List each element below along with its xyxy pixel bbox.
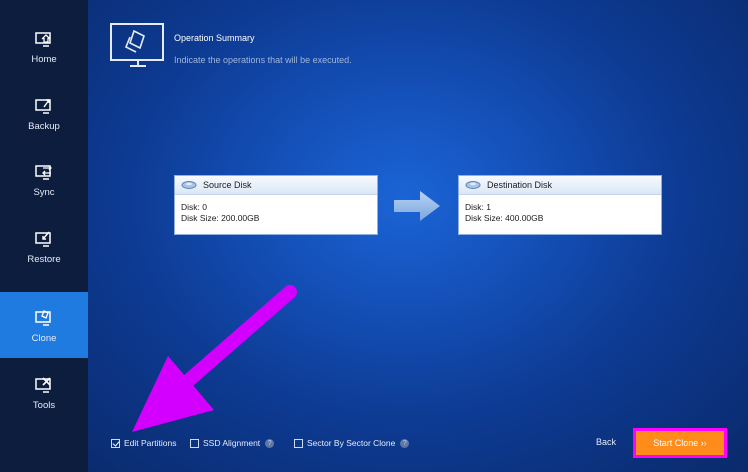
- ssd-alignment-checkbox[interactable]: [190, 438, 199, 448]
- nav-sync[interactable]: Sync: [0, 146, 88, 212]
- source-disk-number: Disk: 0: [181, 202, 207, 212]
- destination-disk-size: Disk Size: 400.00GB: [465, 213, 544, 223]
- page-title: Operation Summary: [174, 33, 255, 43]
- backup-icon: [35, 98, 51, 114]
- nav-tools[interactable]: Tools: [0, 359, 88, 425]
- nav-backup-label: Backup: [28, 120, 60, 132]
- source-disk-title: Source Disk: [203, 180, 252, 190]
- ssd-alignment-label: SSD Alignment: [203, 438, 261, 448]
- destination-disk-title: Destination Disk: [487, 180, 553, 190]
- source-disk-size: Disk Size: 200.00GB: [181, 213, 260, 223]
- tools-icon: [35, 376, 51, 393]
- sidebar: Home Backup Sync Restore Clone Tools: [0, 0, 88, 472]
- sector-clone-label: Sector By Sector Clone: [307, 438, 396, 448]
- clone-monitor-icon: [110, 23, 164, 67]
- edit-partitions-option[interactable]: Edit Partitions: [111, 438, 176, 448]
- help-icon[interactable]: ?: [400, 438, 410, 448]
- nav-clone-label: Clone: [31, 332, 57, 344]
- start-clone-highlight: Start Clone ››: [633, 428, 727, 458]
- disk-icon: [181, 181, 197, 189]
- page-subtitle: Indicate the operations that will be exe…: [174, 55, 352, 65]
- nav-backup[interactable]: Backup: [0, 80, 88, 146]
- back-button[interactable]: Back: [596, 437, 616, 447]
- nav-restore[interactable]: Restore: [0, 213, 88, 279]
- right-arrow-icon: [394, 191, 440, 221]
- help-icon[interactable]: ?: [265, 438, 275, 448]
- edit-partitions-checkbox[interactable]: [111, 438, 120, 448]
- destination-disk-number: Disk: 1: [465, 202, 491, 212]
- main-panel: Operation Summary Indicate the operation…: [88, 0, 748, 472]
- clone-icon: [35, 309, 51, 326]
- nav-tools-label: Tools: [32, 399, 56, 411]
- restore-icon: [35, 231, 51, 247]
- destination-disk-header: Destination Disk: [459, 176, 661, 195]
- edit-partitions-label: Edit Partitions: [124, 438, 177, 448]
- sector-clone-option[interactable]: Sector By Sector Clone ?: [294, 438, 410, 448]
- nav-home-label: Home: [31, 53, 57, 65]
- nav-sync-label: Sync: [33, 186, 55, 198]
- nav-home[interactable]: Home: [0, 13, 88, 79]
- disk-icon: [465, 181, 481, 189]
- nav-clone[interactable]: Clone: [0, 292, 88, 358]
- source-disk-header: Source Disk: [175, 176, 377, 195]
- home-icon: [35, 31, 51, 47]
- destination-disk-card: Destination Disk Disk: 1 Disk Size: 400.…: [458, 175, 662, 235]
- sync-icon: [35, 164, 52, 180]
- ssd-alignment-option[interactable]: SSD Alignment ?: [190, 438, 275, 448]
- source-disk-card: Source Disk Disk: 0 Disk Size: 200.00GB: [174, 175, 378, 235]
- sector-clone-checkbox[interactable]: [294, 438, 303, 448]
- start-clone-button[interactable]: Start Clone ››: [636, 431, 724, 455]
- nav-restore-label: Restore: [27, 253, 61, 265]
